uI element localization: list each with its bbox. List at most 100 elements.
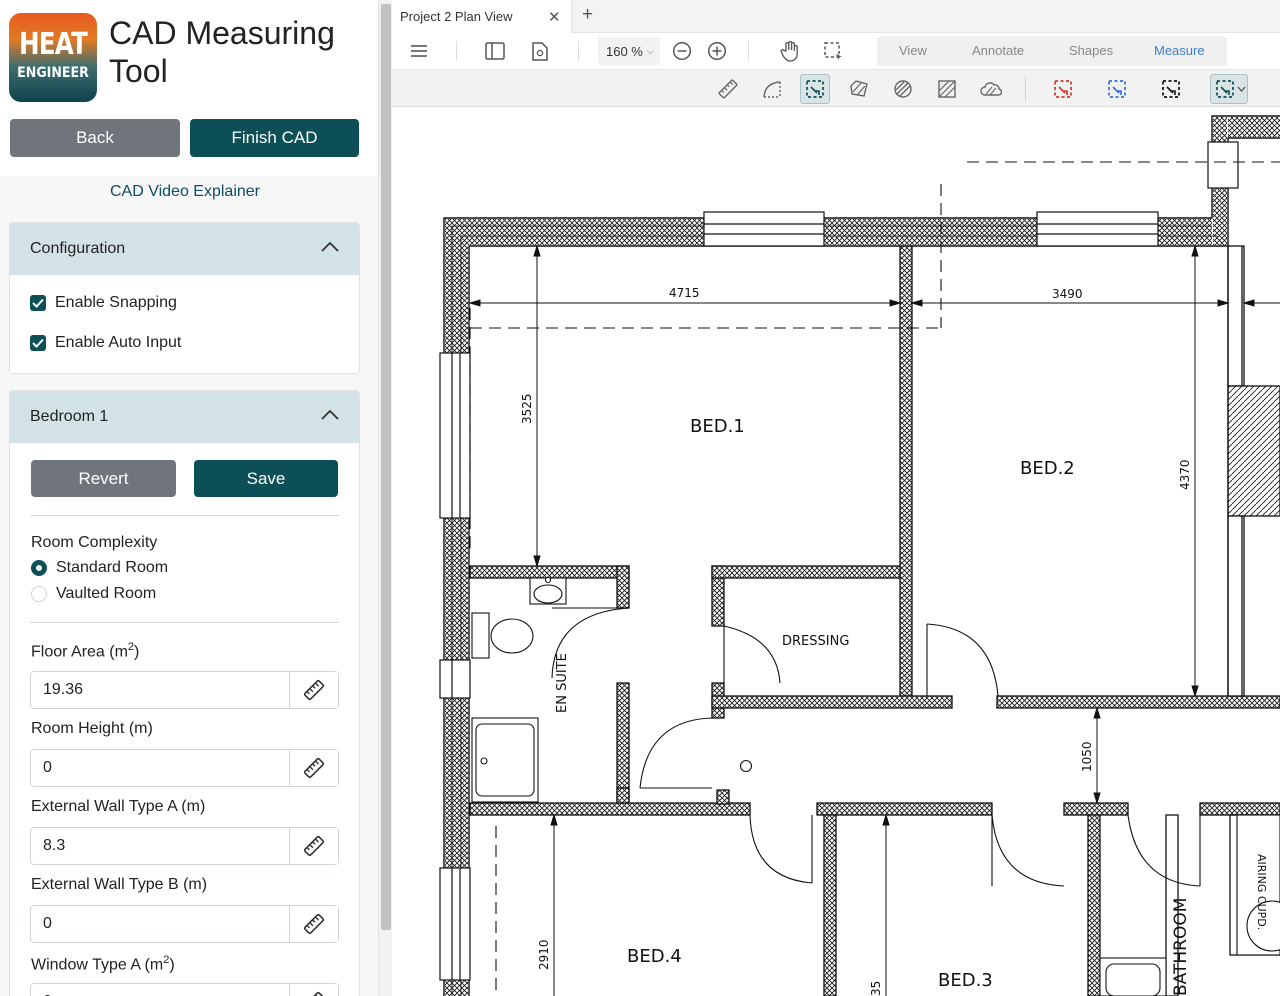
external-wall-b-input[interactable] <box>31 906 290 942</box>
floor-area-input[interactable] <box>31 672 290 708</box>
enable-snapping-checkbox[interactable] <box>30 295 46 311</box>
mode-shapes[interactable]: Shapes <box>1069 43 1113 58</box>
room-header[interactable]: Bedroom 1 <box>10 391 359 443</box>
external-wall-a-label: External Wall Type A (m) <box>31 798 206 815</box>
bed3-label: BED.3 <box>938 970 993 991</box>
ellipse-area-measure-icon[interactable] <box>888 74 918 104</box>
door-swings <box>551 607 1201 887</box>
tab-project-plan[interactable]: Project 2 Plan View ✕ <box>392 0 572 33</box>
tab-label: Project 2 Plan View <box>400 9 513 24</box>
room-title: Bedroom 1 <box>30 408 109 425</box>
chevron-down-icon <box>1237 86 1246 92</box>
pan-hand-icon[interactable] <box>779 40 801 62</box>
dimension-lines <box>468 244 1280 996</box>
measure-tape-button[interactable] <box>289 984 338 996</box>
page-settings-icon[interactable] <box>529 40 551 62</box>
room-height-field[interactable] <box>30 749 339 787</box>
internal-walls <box>469 245 1280 996</box>
chevron-down-icon: ⌵ <box>646 45 654 56</box>
menu-icon[interactable] <box>408 40 430 62</box>
ruler-icon <box>303 835 325 857</box>
area-measure-style-dropdown[interactable] <box>1210 74 1248 104</box>
save-button[interactable]: Save <box>194 460 338 497</box>
enable-auto-input-label: Enable Auto Input <box>55 334 182 351</box>
rectangle-hatch-measure-icon[interactable] <box>932 74 962 104</box>
floor-area-field[interactable] <box>30 671 339 709</box>
cloud-area-measure-icon[interactable] <box>976 74 1006 104</box>
window-type-a-input[interactable] <box>31 984 290 996</box>
dimension-bed1-width: 4715 <box>669 286 700 300</box>
sidebar-toggle-icon[interactable] <box>484 40 506 62</box>
mode-annotate[interactable]: Annotate <box>972 43 1024 58</box>
external-wall-a-field[interactable] <box>30 827 339 865</box>
ruler-icon <box>303 991 325 996</box>
enable-auto-input-option[interactable]: Enable Auto Input <box>30 334 181 352</box>
windows <box>439 141 1239 981</box>
zoom-out-icon[interactable] <box>671 40 693 62</box>
close-icon[interactable]: ✕ <box>548 8 561 26</box>
scrollbar-thumb[interactable] <box>381 4 391 930</box>
bathroom-label: BATHROOM <box>1171 898 1191 996</box>
room-height-input[interactable] <box>31 750 290 786</box>
measure-tape-button[interactable] <box>289 906 338 942</box>
distance-measure-icon[interactable] <box>713 74 743 104</box>
standard-room-label: Standard Room <box>56 559 169 576</box>
vaulted-room-radio[interactable] <box>31 586 47 602</box>
ruler-icon <box>303 757 325 779</box>
measure-tape-button[interactable] <box>289 828 338 864</box>
enable-snapping-option[interactable]: Enable Snapping <box>30 294 177 312</box>
floor-plan-canvas[interactable]: BED.1 BED.2 BED.4 BED.3 DRESSING EN SUIT… <box>392 108 1280 996</box>
window-type-a-field[interactable] <box>30 983 339 996</box>
measure-tape-button[interactable] <box>289 750 338 786</box>
room-height-label: Room Height (m) <box>31 720 153 737</box>
external-wall-b-field[interactable] <box>30 905 339 943</box>
polygon-area-measure-icon[interactable] <box>844 74 874 104</box>
back-button[interactable]: Back <box>10 119 180 157</box>
enable-auto-input-checkbox[interactable] <box>30 335 46 351</box>
mode-measure[interactable]: Measure <box>1154 43 1205 58</box>
configuration-card: Configuration Enable Snapping Enable Aut… <box>9 222 360 374</box>
tab-bar: Project 2 Plan View ✕ + <box>392 0 1280 33</box>
cad-video-explainer-link[interactable]: CAD Video Explainer <box>0 183 370 201</box>
mode-view[interactable]: View <box>899 43 927 58</box>
zoom-level-dropdown[interactable]: 160 % ⌵ <box>598 37 660 65</box>
sanitary-fittings <box>471 576 1280 996</box>
document-viewer: Project 2 Plan View ✕ + 160 % ⌵ View Ann… <box>392 0 1280 996</box>
rectangle-area-measure-icon[interactable] <box>800 74 830 104</box>
toolbar-separator <box>1025 77 1026 101</box>
external-wall-b-label: External Wall Type B (m) <box>31 876 208 893</box>
marquee-select-icon[interactable] <box>822 40 844 62</box>
dimension-bed3-depth: 35 <box>869 981 883 996</box>
finish-cad-button[interactable]: Finish CAD <box>190 119 359 157</box>
standard-room-option[interactable]: Standard Room <box>31 559 168 577</box>
zoom-level: 160 % <box>606 43 643 59</box>
arc-measure-icon[interactable] <box>757 74 787 104</box>
ruler-icon <box>303 679 325 701</box>
logo-line-1: HEAT <box>18 27 88 62</box>
enable-snapping-label: Enable Snapping <box>55 294 177 311</box>
dimension-bed2-depth: 4370 <box>1178 459 1192 490</box>
standard-room-radio[interactable] <box>31 560 47 576</box>
en-suite-label: EN SUITE <box>555 653 570 713</box>
zoom-in-icon[interactable] <box>706 40 728 62</box>
side-panel-scrollbar[interactable] <box>378 0 392 996</box>
divider <box>30 622 339 623</box>
vaulted-room-option[interactable]: Vaulted Room <box>31 585 156 603</box>
main-toolbar: 160 % ⌵ View Annotate Shapes Measure <box>392 33 1280 69</box>
dashed-lines <box>469 161 1280 996</box>
divider <box>30 515 339 516</box>
configuration-header[interactable]: Configuration <box>10 223 359 275</box>
area-measure-black-icon[interactable] <box>1156 74 1186 104</box>
chevron-up-icon[interactable] <box>321 409 339 421</box>
add-tab-icon[interactable]: + <box>582 4 593 26</box>
chevron-up-icon[interactable] <box>321 241 339 253</box>
area-measure-blue-icon[interactable] <box>1102 74 1132 104</box>
revert-button[interactable]: Revert <box>31 460 176 497</box>
external-wall-a-input[interactable] <box>31 828 290 864</box>
side-panel: HEAT ENGINEER CAD Measuring Tool Back Fi… <box>0 0 378 996</box>
measure-tape-button[interactable] <box>289 672 338 708</box>
bed4-label: BED.4 <box>627 946 682 967</box>
area-measure-red-icon[interactable] <box>1048 74 1078 104</box>
mode-switcher: View Annotate Shapes Measure <box>877 36 1227 66</box>
room-card: Bedroom 1 Revert Save Room Complexity St… <box>9 390 360 996</box>
